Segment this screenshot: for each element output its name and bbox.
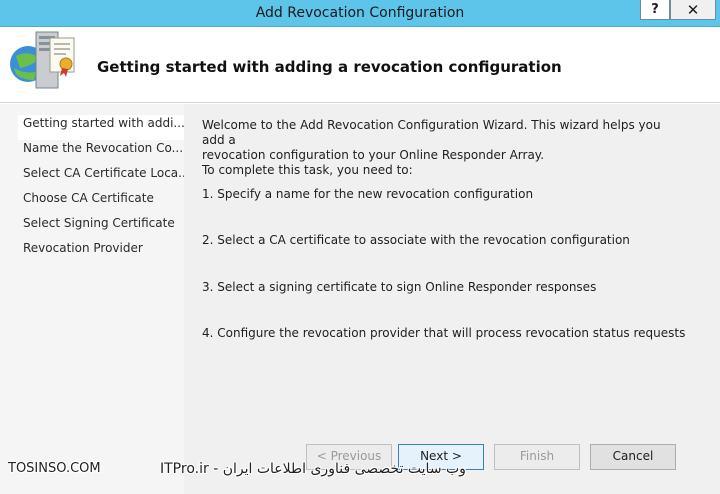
task-item: 3. Select a signing certificate to sign … <box>202 280 597 294</box>
task-item: 4. Configure the revocation provider tha… <box>202 326 686 340</box>
step-select-signing-certificate[interactable]: Select Signing Certificate <box>18 215 184 240</box>
step-select-ca-location[interactable]: Select CA Certificate Loca... <box>18 165 184 190</box>
watermark-left: TOSINSO.COM <box>8 461 101 476</box>
help-button[interactable]: ? <box>640 0 670 20</box>
step-choose-ca-certificate[interactable]: Choose CA Certificate <box>18 190 184 215</box>
finish-button[interactable]: Finish <box>494 444 580 470</box>
steps-list: Getting started with addi... Name the Re… <box>18 115 184 265</box>
close-button[interactable]: ✕ <box>670 0 716 20</box>
intro-line: Welcome to the Add Revocation Configurat… <box>202 118 661 147</box>
server-certificate-icon <box>10 31 75 89</box>
intro-line: revocation configuration to your Online … <box>202 148 545 162</box>
cancel-button[interactable]: Cancel <box>590 444 676 470</box>
watermark-right: ITPro.ir - وب سایت تخصصی فناوری اطلاعات … <box>160 461 466 477</box>
window-title: Add Revocation Configuration <box>255 5 465 21</box>
task-item: 2. Select a CA certificate to associate … <box>202 233 630 247</box>
wizard-header: Getting started with adding a revocation… <box>0 28 720 103</box>
title-bar: Add Revocation Configuration ? ✕ <box>0 0 720 27</box>
step-getting-started[interactable]: Getting started with addi... <box>18 115 184 140</box>
task-item: 1. Specify a name for the new revocation… <box>202 187 534 201</box>
intro-text: Welcome to the Add Revocation Configurat… <box>202 118 662 178</box>
page-title: Getting started with adding a revocation… <box>97 58 562 76</box>
step-revocation-provider[interactable]: Revocation Provider <box>18 240 184 265</box>
intro-line: To complete this task, you need to: <box>202 163 413 177</box>
step-name-configuration[interactable]: Name the Revocation Co... <box>18 140 184 165</box>
